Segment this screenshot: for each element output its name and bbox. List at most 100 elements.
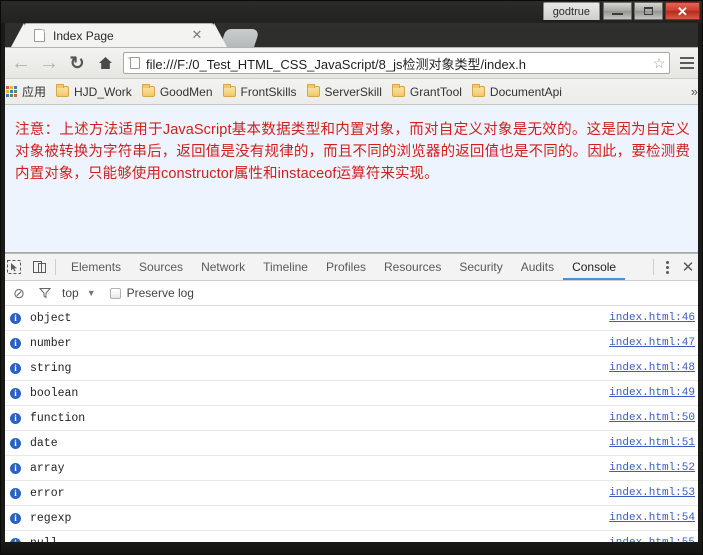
omnibox-page-icon: [130, 57, 140, 69]
reload-icon[interactable]: ↻: [63, 49, 91, 77]
console-message-row[interactable]: i function index.html:50: [1, 406, 702, 431]
console-message-row[interactable]: i number index.html:47: [1, 331, 702, 356]
window-minimize-button[interactable]: [603, 2, 632, 20]
console-source-link[interactable]: index.html:54: [609, 512, 695, 524]
console-message-text: error: [30, 486, 65, 500]
console-message-row[interactable]: i boolean index.html:49: [1, 381, 702, 406]
console-message-text: object: [30, 311, 72, 325]
bookmark-granttool[interactable]: GrantTool: [387, 82, 467, 102]
bookmark-label: 应用: [22, 85, 47, 99]
console-message-text: boolean: [30, 386, 79, 400]
console-message-row[interactable]: i array index.html:52: [1, 456, 702, 481]
console-source-link[interactable]: index.html:50: [609, 412, 695, 424]
console-source-link[interactable]: index.html:52: [609, 462, 695, 474]
title-bar: godtrue ✕: [1, 1, 702, 23]
page-favicon-icon: [34, 29, 45, 42]
info-icon: i: [10, 312, 21, 324]
console-message-row[interactable]: i object index.html:46: [1, 306, 702, 331]
console-source-link[interactable]: index.html:46: [609, 312, 695, 324]
bookmark-label: FrontSkills: [240, 84, 297, 99]
devtools-panel: Elements Sources Network Timeline Profil…: [1, 253, 702, 554]
browser-tab[interactable]: Index Page ✕: [11, 23, 227, 47]
devtools-tab-elements[interactable]: Elements: [62, 254, 130, 280]
console-message-text: regexp: [30, 511, 72, 525]
console-message-list: i object index.html:46 i number index.ht…: [1, 306, 702, 554]
kebab-dot: [665, 265, 669, 269]
kebab-dot: [665, 260, 669, 264]
bookmark-goodmen[interactable]: GoodMen: [137, 82, 218, 102]
console-message-row[interactable]: i string index.html:48: [1, 356, 702, 381]
devtools-tab-security[interactable]: Security: [450, 254, 511, 280]
apps-grid-icon: [6, 86, 17, 97]
bookmark-frontskills[interactable]: FrontSkills: [218, 82, 302, 102]
bookmark-label: ServerSkill: [324, 84, 382, 99]
devtools-tab-sources[interactable]: Sources: [130, 254, 192, 280]
filter-icon[interactable]: [36, 287, 54, 299]
window-close-button[interactable]: ✕: [665, 2, 700, 20]
bookmark-documentapi[interactable]: DocumentApi: [467, 82, 567, 102]
info-icon: i: [10, 412, 21, 424]
chevron-down-icon[interactable]: ▼: [87, 288, 96, 298]
execution-context-select[interactable]: top: [62, 286, 79, 300]
folder-icon: [141, 84, 155, 97]
profile-avatar-button[interactable]: godtrue: [542, 2, 600, 20]
console-source-link[interactable]: index.html:47: [609, 337, 695, 349]
info-icon: i: [10, 362, 21, 374]
window-frame-right: [698, 23, 702, 554]
bookmark-star-icon[interactable]: ☆: [649, 55, 669, 72]
browser-toolbar: ← → ↻ file:///F:/0_Test_HTML_CSS_JavaScr…: [1, 47, 702, 79]
console-message-text: function: [30, 411, 86, 425]
console-source-link[interactable]: index.html:51: [609, 437, 695, 449]
devtools-tab-network[interactable]: Network: [192, 254, 254, 280]
console-message-row[interactable]: i date index.html:51: [1, 431, 702, 456]
console-message-row[interactable]: i regexp index.html:54: [1, 506, 702, 531]
clear-console-icon[interactable]: ⊘: [10, 285, 28, 302]
address-bar-url[interactable]: file:///F:/0_Test_HTML_CSS_JavaScript/8_…: [146, 54, 649, 73]
menu-icon-line: [680, 62, 694, 64]
devtools-tab-console[interactable]: Console: [563, 254, 626, 280]
console-message-row[interactable]: i error index.html:53: [1, 481, 702, 506]
info-icon: i: [10, 437, 21, 449]
menu-icon-line: [680, 67, 694, 69]
console-source-link[interactable]: index.html:53: [609, 487, 695, 499]
console-message-text: array: [30, 461, 65, 475]
devtools-more-icon[interactable]: [658, 260, 676, 275]
page-viewport: 注意：上述方法适用于JavaScript基本数据类型和内置对象，而对自定义对象是…: [1, 105, 702, 253]
devtools-tab-timeline[interactable]: Timeline: [254, 254, 317, 280]
bookmark-hjd-work[interactable]: HJD_Work: [51, 82, 137, 102]
tab-close-icon[interactable]: ✕: [190, 28, 204, 42]
bookmark-apps[interactable]: 应用: [1, 82, 51, 102]
bookmark-label: HJD_Work: [74, 84, 132, 99]
devtools-toolbar-right: ✕: [649, 258, 702, 276]
preserve-log-checkbox[interactable]: [109, 287, 121, 299]
devtools-toolbar: Elements Sources Network Timeline Profil…: [1, 254, 702, 281]
console-message-text: string: [30, 361, 72, 375]
window-maximize-button[interactable]: [634, 2, 663, 20]
devtools-tab-audits[interactable]: Audits: [512, 254, 563, 280]
console-filter-bar: ⊘ top ▼ Preserve log: [1, 281, 702, 306]
console-source-link[interactable]: index.html:49: [609, 387, 695, 399]
devtools-tab-profiles[interactable]: Profiles: [317, 254, 375, 280]
tab-title: Index Page: [53, 28, 114, 43]
info-icon: i: [10, 462, 21, 474]
back-icon[interactable]: ←: [7, 49, 35, 77]
folder-icon: [306, 84, 320, 97]
device-toolbar-icon[interactable]: [27, 254, 53, 280]
devtools-close-icon[interactable]: ✕: [676, 258, 700, 276]
tab-strip: Index Page ✕: [1, 23, 702, 47]
info-icon: i: [10, 512, 21, 524]
bookmark-serverskill[interactable]: ServerSkill: [302, 82, 387, 102]
preserve-log-label[interactable]: Preserve log: [127, 286, 194, 300]
bookmarks-overflow-icon[interactable]: »: [691, 84, 698, 99]
console-source-link[interactable]: index.html:48: [609, 362, 695, 374]
home-icon[interactable]: [91, 49, 119, 77]
devtools-tab-resources[interactable]: Resources: [375, 254, 450, 280]
bookmark-label: GrantTool: [409, 84, 462, 99]
window-frame-bottom: [1, 542, 702, 554]
address-bar[interactable]: file:///F:/0_Test_HTML_CSS_JavaScript/8_…: [123, 52, 670, 74]
console-message-text: date: [30, 436, 58, 450]
forward-icon[interactable]: →: [35, 49, 63, 77]
browser-window: godtrue ✕ Index Page ✕ ← → ↻ file:///F:/…: [0, 0, 703, 555]
chrome-menu-button[interactable]: [674, 49, 700, 77]
console-message-text: number: [30, 336, 72, 350]
